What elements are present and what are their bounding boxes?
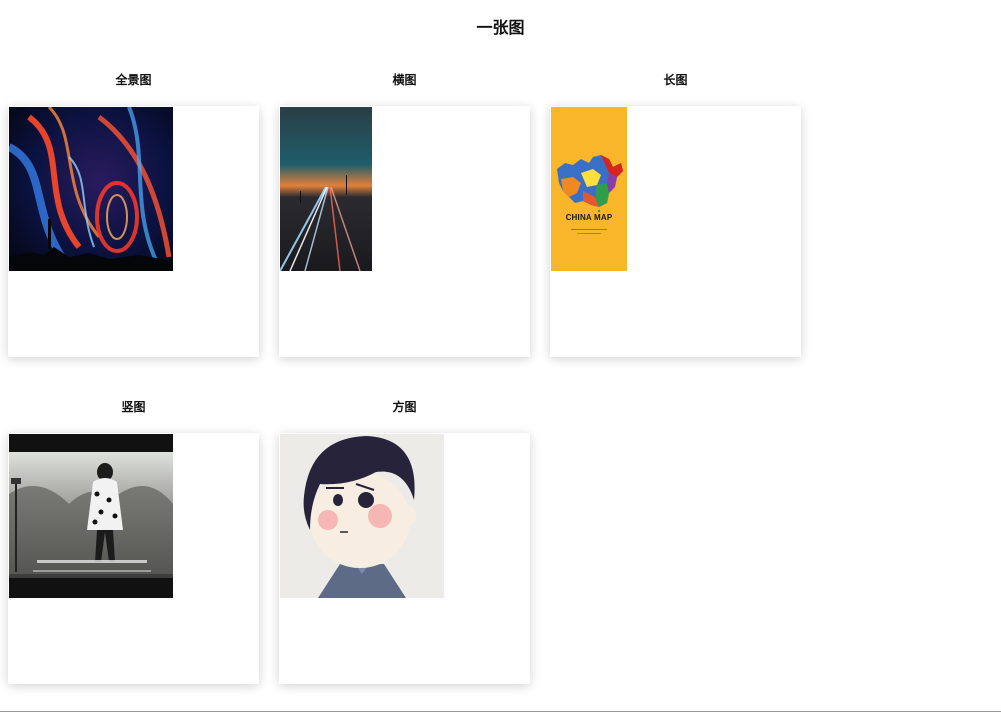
girl-walking-bw-image[interactable] xyxy=(9,434,173,598)
section-label-portrait: 竖图 xyxy=(121,400,146,414)
image-card-long[interactable]: CHINA MAP xyxy=(550,106,801,357)
bottom-divider xyxy=(0,711,1001,712)
image-card-square[interactable] xyxy=(279,433,530,684)
section-label-long: 长图 xyxy=(663,73,688,87)
night-highway-image[interactable] xyxy=(280,107,372,271)
section-label-square: 方图 xyxy=(392,400,417,414)
nebula-landscape-image[interactable] xyxy=(9,107,173,271)
page-title: 一张图 xyxy=(476,18,525,37)
section-label-panorama: 全景图 xyxy=(115,73,152,87)
image-card-portrait[interactable] xyxy=(8,433,259,684)
china-map-poster-image[interactable]: CHINA MAP xyxy=(551,107,627,271)
china-map-poster-text: CHINA MAP xyxy=(565,213,613,222)
section-label-landscape: 横图 xyxy=(392,73,417,87)
image-card-landscape[interactable] xyxy=(279,106,530,357)
image-card-panorama[interactable] xyxy=(8,106,259,357)
cartoon-boy-image[interactable] xyxy=(280,434,444,598)
